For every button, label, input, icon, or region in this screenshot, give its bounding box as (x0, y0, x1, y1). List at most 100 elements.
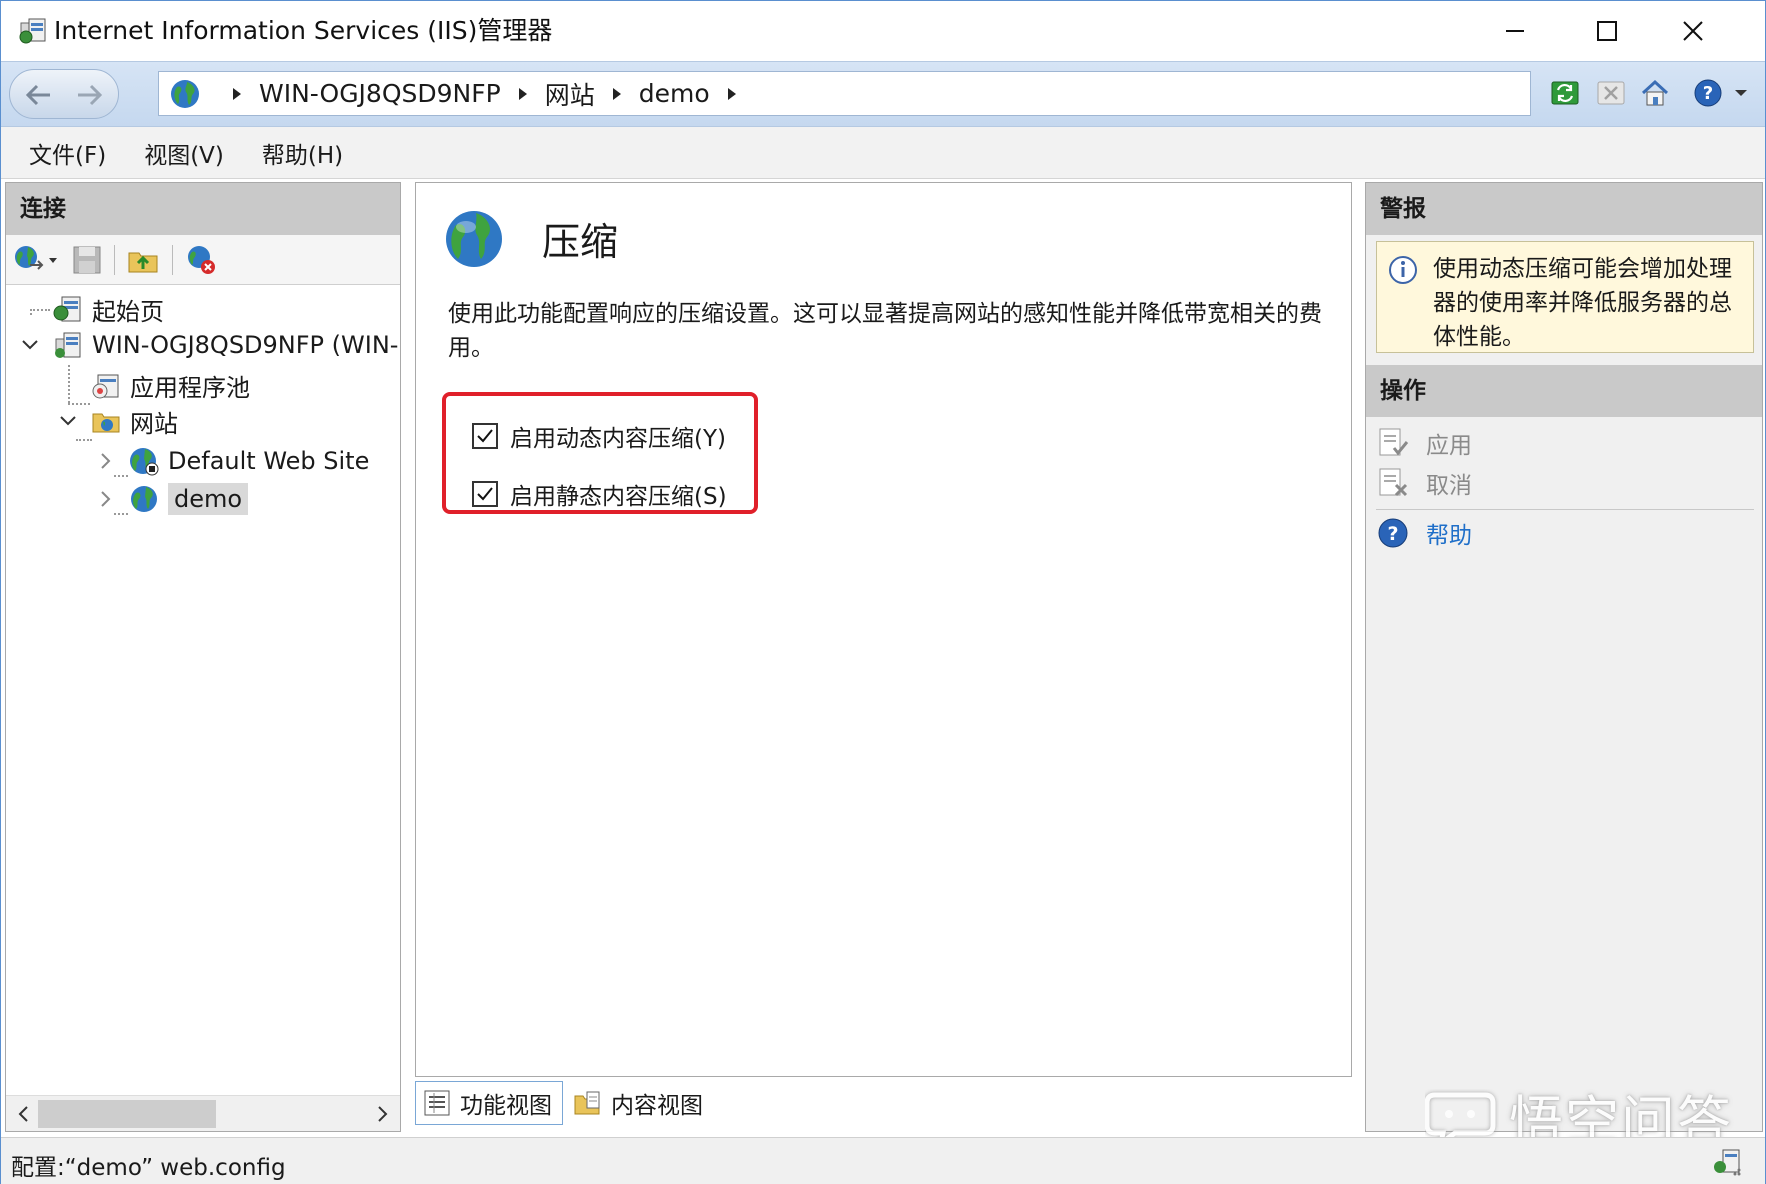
folder-icon (92, 413, 120, 433)
home-icon (1641, 79, 1669, 106)
chevron-down-icon[interactable] (48, 257, 58, 265)
action-help[interactable]: ? 帮助 (1376, 513, 1472, 553)
up-folder-icon[interactable] (126, 243, 160, 277)
refresh-icon (1551, 81, 1579, 105)
maximize-button[interactable] (1567, 7, 1647, 55)
breadcrumb-arrow-icon[interactable] (231, 87, 243, 101)
refresh-button[interactable] (1546, 74, 1584, 112)
static-compression-option[interactable]: 启用静态内容压缩(S) (472, 477, 727, 511)
breadcrumb-sites[interactable]: 网站 (545, 76, 595, 112)
breadcrumb-arrow-icon[interactable] (517, 87, 529, 101)
address-field[interactable]: WIN-OGJ8QSD9NFP 网站 demo (158, 71, 1531, 116)
tree-label: 应用程序池 (130, 373, 250, 402)
static-compression-label[interactable]: 启用静态内容压缩(S) (510, 477, 727, 511)
disconnect-icon[interactable] (184, 243, 218, 277)
dynamic-compression-option[interactable]: 启用动态内容压缩(Y) (472, 419, 726, 453)
tree-connector (68, 403, 90, 405)
save-icon[interactable] (70, 243, 104, 277)
toolbar-separator (114, 245, 115, 275)
tree-item-sites[interactable]: 网站 (90, 401, 178, 441)
tree-item-demo[interactable]: demo (128, 479, 249, 519)
actions-header: 操作 (1366, 365, 1762, 417)
title-bar: Internet Information Services (IIS)管理器 (1, 1, 1765, 61)
tree-connector (68, 365, 70, 403)
breadcrumb-demo[interactable]: demo (639, 79, 710, 108)
menu-file[interactable]: 文件(F) (29, 136, 106, 170)
chevron-down-icon[interactable] (58, 411, 78, 431)
connections-header: 连接 (6, 183, 400, 235)
actions-pane: 警报 使用动态压缩可能会增加处理器的使用率并降低服务器的总体性能。 操作 应用 … (1365, 182, 1763, 1132)
tab-features-view[interactable]: 功能视图 (415, 1081, 563, 1125)
breadcrumb-arrow-icon[interactable] (726, 87, 738, 101)
forward-button[interactable] (70, 78, 110, 112)
action-apply[interactable]: 应用 (1376, 423, 1472, 463)
breadcrumb-arrow-icon[interactable] (611, 87, 623, 101)
actions-separator (1376, 509, 1754, 510)
menu-view[interactable]: 视图(V) (144, 136, 224, 170)
iis-app-icon (19, 18, 46, 44)
scrollbar-thumb[interactable] (38, 1100, 216, 1128)
compression-globe-icon (446, 211, 502, 267)
svg-text:?: ? (1387, 523, 1398, 545)
home-button[interactable] (1636, 74, 1674, 112)
breadcrumb-server[interactable]: WIN-OGJ8QSD9NFP (259, 79, 501, 108)
action-label: 应用 (1426, 433, 1472, 459)
iis-manager-window: Internet Information Services (IIS)管理器 W… (0, 0, 1766, 1184)
close-button[interactable] (1653, 7, 1733, 55)
static-compression-checkbox[interactable] (472, 481, 498, 507)
server-icon (55, 332, 81, 358)
scroll-right-icon[interactable] (370, 1102, 394, 1126)
stop-button[interactable] (1592, 74, 1630, 112)
server-status-icon (1714, 1149, 1741, 1176)
app-pool-icon (92, 374, 119, 399)
tree-connector (114, 513, 128, 515)
chevron-down-icon[interactable] (1734, 88, 1748, 98)
tree-item-app-pools[interactable]: 应用程序池 (90, 365, 250, 405)
tree-item-start-page[interactable]: 起始页 (52, 289, 164, 329)
maximize-icon (1597, 21, 1617, 41)
dynamic-compression-label[interactable]: 启用动态内容压缩(Y) (510, 419, 726, 453)
scroll-left-icon[interactable] (12, 1102, 36, 1126)
website-icon (130, 448, 159, 476)
start-page-icon (53, 296, 81, 322)
stop-icon (1597, 81, 1625, 105)
cancel-icon (1379, 468, 1408, 497)
connect-globe-icon[interactable] (12, 243, 46, 277)
navigation-buttons (9, 69, 119, 119)
back-arrow-icon (25, 84, 50, 106)
features-view-icon (424, 1090, 450, 1116)
connections-tree: 起始页 WIN-OGJ8QSD9NFP (WIN- 应用程序池 网站 Defau… (6, 287, 400, 1077)
back-button[interactable] (18, 78, 58, 112)
globe-icon (171, 79, 199, 108)
dynamic-compression-checkbox[interactable] (472, 423, 498, 449)
tab-content-view[interactable]: 内容视图 (567, 1081, 713, 1125)
tab-label: 功能视图 (460, 1093, 552, 1119)
minimize-button[interactable] (1475, 7, 1555, 55)
tree-item-default-web-site[interactable]: Default Web Site (128, 441, 369, 481)
tree-connector (30, 309, 50, 311)
status-text: 配置:“demo” web.config (11, 1155, 286, 1181)
tree-item-server[interactable]: WIN-OGJ8QSD9NFP (WIN- (52, 325, 398, 365)
action-label: 帮助 (1426, 523, 1472, 549)
tree-label: WIN-OGJ8QSD9NFP (WIN- (92, 331, 399, 359)
menu-bar: 文件(F) 视图(V) 帮助(H) (1, 127, 1765, 179)
action-cancel[interactable]: 取消 (1376, 463, 1472, 503)
address-bar: WIN-OGJ8QSD9NFP 网站 demo ? (1, 61, 1765, 127)
menu-help[interactable]: 帮助(H) (262, 136, 343, 170)
chevron-right-icon[interactable] (96, 451, 116, 471)
info-icon (1389, 256, 1417, 284)
forward-arrow-icon (78, 84, 103, 106)
tree-connector (114, 475, 128, 477)
help-icon: ? (1378, 518, 1408, 548)
website-icon (131, 486, 157, 512)
horizontal-scrollbar[interactable] (6, 1095, 400, 1131)
checkmark-icon (477, 487, 493, 501)
chevron-right-icon[interactable] (96, 489, 116, 509)
view-tabs: 功能视图 内容视图 (415, 1081, 717, 1127)
toolbar-separator (172, 245, 173, 275)
apply-icon (1379, 428, 1409, 456)
status-bar: 配置:“demo” web.config (1, 1137, 1765, 1184)
chevron-down-icon[interactable] (20, 335, 40, 355)
help-dropdown-button[interactable]: ? (1689, 74, 1727, 112)
alerts-header: 警报 (1366, 183, 1762, 235)
